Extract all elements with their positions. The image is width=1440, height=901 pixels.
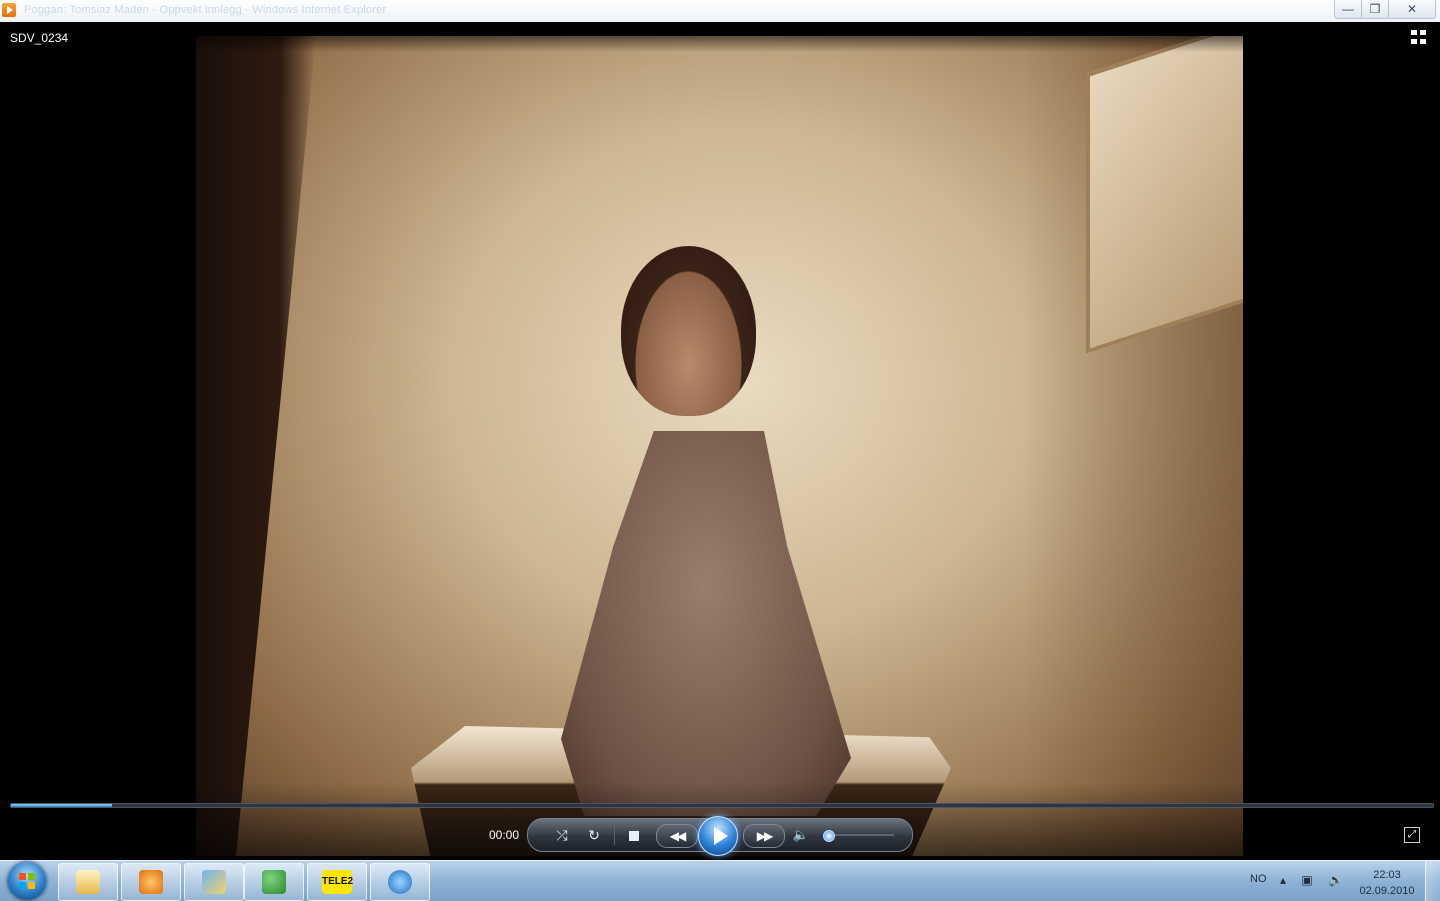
clock-time: 22:03	[1373, 869, 1401, 881]
taskbar-internet-explorer[interactable]	[370, 863, 430, 901]
taskbar: TELE2 NO ▴ ▣ 🔊 22:03 02.09.2010	[0, 860, 1440, 901]
taskbar-media-player[interactable]	[121, 863, 181, 901]
volume-slider[interactable]	[823, 830, 894, 842]
taskbar-messenger[interactable]	[244, 863, 304, 901]
shuffle-icon[interactable]: ⤮	[550, 819, 574, 851]
media-player: SDV_0234 00:00 ⤮ ↻ ◀◀ ▶▶ 🔈 ⤢	[0, 22, 1440, 860]
seek-bar[interactable]	[10, 803, 1434, 808]
clock-date: 02.09.2010	[1359, 885, 1415, 897]
previous-button[interactable]: ◀◀	[656, 824, 698, 848]
stop-icon	[629, 831, 639, 842]
fullscreen-icon[interactable]: ⤢	[1404, 827, 1420, 843]
taskbar-paint[interactable]	[184, 863, 244, 901]
playback-controls: ⤮ ↻ ◀◀ ▶▶ 🔈	[527, 816, 913, 856]
ie-icon	[388, 870, 412, 894]
taskbar-tele2[interactable]: TELE2	[307, 863, 367, 901]
window-title: Poggan: Tomsiaz Maden - Oppvekt innlegg …	[24, 4, 387, 16]
video-scene-child	[561, 246, 861, 846]
video-frame[interactable]	[196, 36, 1243, 856]
messenger-icon	[262, 870, 286, 894]
stop-button[interactable]	[623, 819, 645, 851]
tray-icons[interactable]: ▴ ▣ 🔊	[1280, 873, 1349, 887]
folder-icon	[76, 870, 100, 894]
video-scene-door	[196, 36, 316, 856]
close-button[interactable]: ✕	[1388, 0, 1436, 19]
next-icon: ▶▶	[756, 829, 773, 843]
start-button[interactable]	[8, 862, 46, 900]
volume-knob[interactable]	[823, 830, 835, 842]
video-scene-child-head	[621, 246, 756, 416]
system-clock[interactable]: 22:03 02.09.2010	[1356, 867, 1418, 899]
video-scene-picture	[1086, 36, 1243, 354]
play-button[interactable]	[698, 816, 738, 856]
maximize-button[interactable]: ❐	[1361, 0, 1389, 19]
tele2-icon: TELE2	[322, 870, 353, 894]
video-scene-child-dress	[561, 431, 851, 816]
mute-icon[interactable]: 🔈	[792, 819, 810, 851]
media-player-icon	[139, 870, 163, 894]
divider	[614, 825, 615, 845]
repeat-icon[interactable]: ↻	[582, 819, 606, 851]
paint-icon	[202, 870, 226, 894]
media-player-app-icon	[2, 3, 16, 17]
windows-logo-icon	[19, 873, 35, 889]
seek-progress	[11, 804, 112, 807]
show-desktop-button[interactable]	[1425, 861, 1440, 901]
taskbar-explorer[interactable]	[58, 863, 118, 901]
switch-to-library-icon[interactable]	[1411, 30, 1428, 45]
language-indicator[interactable]: NO	[1250, 873, 1267, 885]
window-title-bar: Poggan: Tomsiaz Maden - Oppvekt innlegg …	[0, 0, 1440, 23]
media-title: SDV_0234	[10, 31, 69, 45]
next-button[interactable]: ▶▶	[743, 824, 785, 848]
elapsed-time: 00:00	[489, 828, 520, 842]
minimize-button[interactable]: —	[1334, 0, 1362, 19]
previous-icon: ◀◀	[669, 829, 686, 843]
